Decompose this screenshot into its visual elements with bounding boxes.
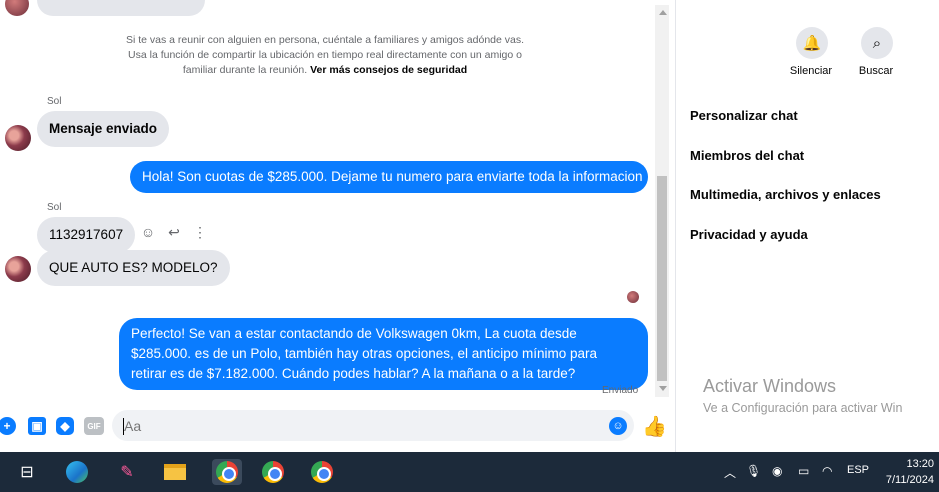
gif-icon[interactable]: GIF [84, 417, 104, 435]
mic-icon[interactable]: 🎙 [746, 464, 761, 478]
clock-time: 13:20 [906, 458, 934, 470]
reply-icon[interactable]: ↩ [165, 223, 183, 241]
mute-label[interactable]: Silenciar [781, 65, 841, 77]
message-bubble-incoming[interactable]: Mensaje enviado [37, 111, 170, 147]
message-bubble-outgoing[interactable]: Hola! Son cuotas de $285.000. Dejame tu … [130, 161, 648, 193]
paint-icon[interactable]: ✎ [114, 459, 140, 485]
photo-icon[interactable]: ▣ [28, 417, 46, 435]
chrome-profile-icon[interactable] [309, 459, 335, 485]
sender-name: Sol [47, 202, 62, 213]
message-actions: ☺ ↩ ⋮ [139, 223, 209, 241]
message-status: Enviado [602, 385, 639, 396]
message-bubble-incoming[interactable]: QUE AUTO ES? MODELO? [37, 250, 230, 286]
messenger-window: Si te vas a reunir con alguien en person… [0, 0, 939, 492]
language-indicator[interactable]: ESP [847, 464, 869, 476]
scrollbar-thumb[interactable] [657, 176, 667, 381]
safety-tips-link[interactable]: Ver más consejos de seguridad [310, 64, 467, 76]
chat-info-panel: 🔔 Silenciar ⌕ Buscar Personalizar chat M… [675, 0, 939, 452]
battery-icon[interactable]: ▭ [798, 464, 809, 478]
file-explorer-icon[interactable] [162, 459, 188, 485]
message-input[interactable] [112, 410, 634, 441]
message-bubble-incoming[interactable]: 1132917607 [37, 217, 136, 253]
search-label[interactable]: Buscar [846, 65, 906, 77]
chat-thread: Si te vas a reunir con alguien en person… [0, 0, 674, 452]
emoji-icon[interactable]: ☺ [609, 417, 627, 435]
react-emoji-icon[interactable]: ☺ [139, 223, 157, 241]
menu-privacy-help[interactable]: Privacidad y ayuda [690, 227, 808, 242]
sender-name: Sol [47, 96, 62, 107]
seen-avatar [627, 291, 639, 303]
edge-icon[interactable] [64, 459, 90, 485]
bell-icon[interactable]: 🔔 [796, 27, 828, 59]
windows-taskbar: ⊟ ✎ ︿ 🎙 ◉ ▭ ◠ ESP 13:20 7/11/2024 [0, 452, 939, 492]
safety-notice: Si te vas a reunir con alguien en person… [120, 33, 530, 78]
activation-watermark-subtitle: Ve a Configuración para activar Win [703, 401, 903, 415]
menu-customize-chat[interactable]: Personalizar chat [690, 108, 798, 123]
clock[interactable]: 13:20 7/11/2024 [878, 456, 934, 488]
avatar[interactable] [5, 125, 31, 151]
clock-date: 7/11/2024 [885, 474, 934, 486]
chrome-profile-icon[interactable] [260, 459, 286, 485]
more-options-icon[interactable]: ⋮ [191, 223, 209, 241]
partial-message-bubble [37, 0, 205, 16]
text-cursor [123, 418, 124, 435]
sticker-icon[interactable]: ◆ [56, 417, 74, 435]
avatar [5, 0, 29, 16]
wifi-icon[interactable]: ◠ [822, 464, 832, 478]
camera-icon[interactable]: ◉ [772, 464, 782, 478]
task-view-icon[interactable]: ⊟ [14, 459, 40, 485]
activation-watermark-title: Activar Windows [703, 376, 837, 396]
message-bubble-outgoing[interactable]: Perfecto! Se van a estar contactando de … [119, 318, 648, 390]
thumbs-up-icon[interactable]: 👍 [642, 414, 667, 439]
menu-media-files-links[interactable]: Multimedia, archivos y enlaces [690, 187, 881, 202]
search-icon[interactable]: ⌕ [861, 27, 893, 59]
scroll-up-icon[interactable] [659, 10, 667, 15]
chrome-icon[interactable] [212, 459, 242, 485]
avatar[interactable] [5, 256, 31, 282]
message-composer: + ▣ ◆ GIF ☺ 👍 [0, 403, 674, 448]
show-hidden-icons-icon[interactable]: ︿ [724, 464, 736, 481]
plus-icon[interactable]: + [0, 417, 16, 435]
scroll-down-icon[interactable] [659, 386, 667, 391]
menu-chat-members[interactable]: Miembros del chat [690, 148, 804, 163]
